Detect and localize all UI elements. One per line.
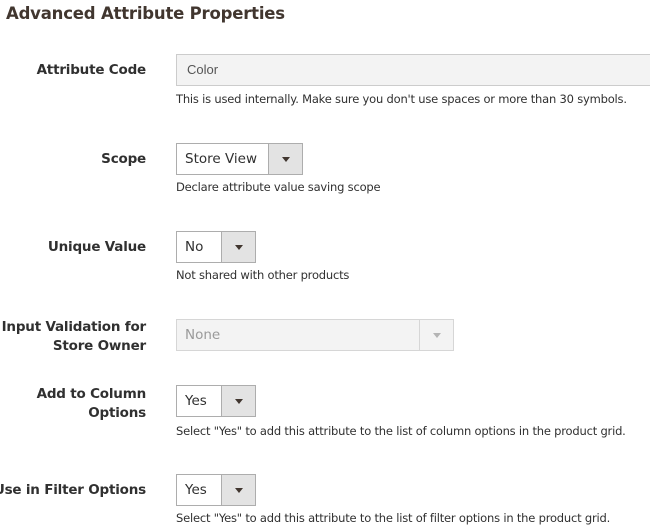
add-to-column-options-note: Select "Yes" to add this attribute to th… — [176, 424, 626, 438]
unique-value-select-value: No — [185, 239, 204, 255]
input-validation-label-line1: Input Validation for — [1, 319, 147, 335]
scope-select-value: Store View — [185, 151, 258, 167]
chevron-down-icon — [432, 332, 441, 338]
add-to-column-options-label-line1: Add to Column — [36, 386, 147, 402]
use-in-filter-options-note: Select "Yes" to add this attribute to th… — [176, 511, 611, 525]
use-in-filter-options-dropdown-button[interactable] — [221, 475, 255, 505]
unique-value-label: Unique Value — [47, 239, 146, 255]
chevron-down-icon — [281, 156, 290, 162]
unique-value-note: Not shared with other products — [176, 268, 350, 282]
advanced-attribute-properties-panel: Advanced Attribute Properties Attribute … — [0, 0, 650, 531]
chevron-down-icon — [234, 487, 243, 493]
input-validation-label: Input Validation for Store Owner — [0, 318, 147, 356]
input-validation-select-value: None — [185, 327, 221, 343]
scope-select[interactable]: Store View — [176, 143, 303, 175]
section-title: Advanced Attribute Properties — [6, 4, 285, 23]
chevron-down-icon — [234, 244, 243, 250]
add-to-column-options-select-value: Yes — [185, 393, 207, 409]
attribute-code-note: This is used internally. Make sure you d… — [176, 92, 627, 106]
scope-label: Scope — [101, 151, 146, 167]
use-in-filter-options-select-value: Yes — [185, 482, 207, 498]
unique-value-dropdown-button[interactable] — [221, 232, 255, 262]
scope-note: Declare attribute value saving scope — [176, 180, 381, 194]
input-validation-label-line2: Store Owner — [52, 338, 146, 354]
add-to-column-options-label: Add to Column Options — [0, 385, 147, 423]
add-to-column-options-label-line2: Options — [88, 405, 146, 421]
use-in-filter-options-label: Use in Filter Options — [0, 482, 146, 498]
attribute-code-label: Attribute Code — [36, 62, 147, 78]
input-validation-dropdown-button — [419, 320, 453, 350]
add-to-column-options-select[interactable]: Yes — [176, 385, 256, 417]
chevron-down-icon — [234, 398, 243, 404]
unique-value-select[interactable]: No — [176, 231, 256, 263]
add-to-column-options-dropdown-button[interactable] — [221, 386, 255, 416]
use-in-filter-options-select[interactable]: Yes — [176, 474, 256, 506]
attribute-code-input[interactable]: Color — [176, 54, 650, 86]
scope-dropdown-button[interactable] — [268, 144, 302, 174]
input-validation-select: None — [176, 319, 454, 351]
